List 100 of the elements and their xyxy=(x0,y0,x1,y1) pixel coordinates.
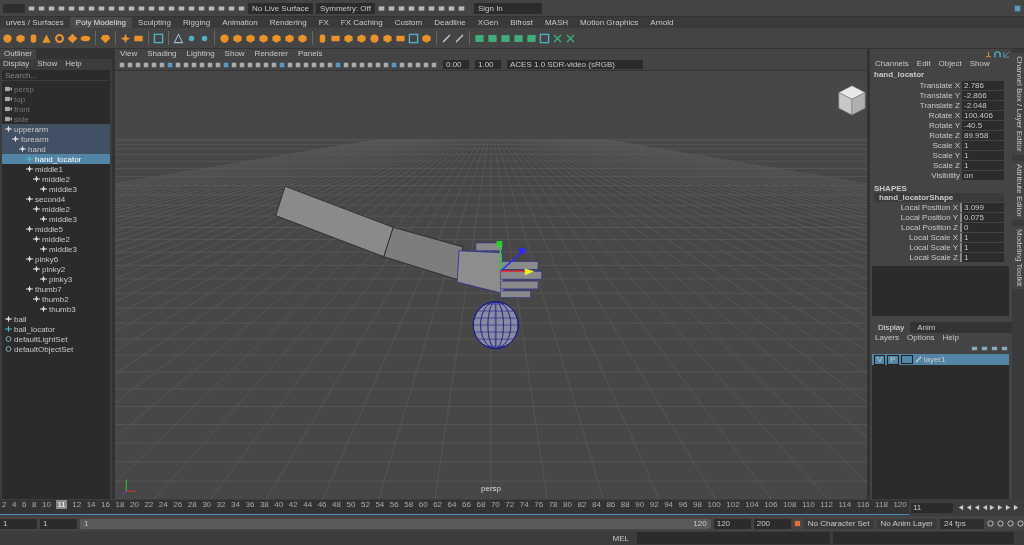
channel-name[interactable]: Rotate Z xyxy=(872,130,960,140)
shelf-tab[interactable]: Rigging xyxy=(177,17,217,28)
channel-value-field[interactable]: -2.866 xyxy=(962,90,1004,100)
menu-item[interactable]: Layers xyxy=(875,333,899,343)
channel-value-field[interactable]: 89.958 xyxy=(962,130,1004,140)
shelf-tab[interactable]: Sculpting xyxy=(132,17,177,28)
axes-icon[interactable] xyxy=(985,50,992,58)
outliner-item[interactable]: thumb2 xyxy=(2,294,110,304)
shelf-tab[interactable]: Arnold xyxy=(644,17,680,28)
arm-model-drawing[interactable] xyxy=(275,185,543,298)
command-field[interactable] xyxy=(637,532,830,544)
shelf-tab[interactable]: Deadline xyxy=(428,17,472,28)
view-cube-icon[interactable] xyxy=(838,85,866,116)
shelf-tab[interactable]: Poly Modeling xyxy=(69,17,133,28)
menu-item[interactable]: Display xyxy=(3,59,30,69)
cone-icon[interactable] xyxy=(41,32,52,44)
torus-icon[interactable] xyxy=(54,32,65,44)
magnet-icon[interactable] xyxy=(994,50,1001,58)
outliner-item[interactable]: hand_locator xyxy=(2,154,110,164)
side-tab[interactable]: Modeling Toolkit xyxy=(1012,225,1024,289)
anim-layer-dropdown[interactable]: No Anim Layer xyxy=(876,518,937,529)
sphere-icon[interactable] xyxy=(2,32,13,44)
shelf-tab[interactable]: Custom xyxy=(388,17,429,28)
shelf-tab[interactable]: MASH xyxy=(538,17,575,28)
shelf-tab[interactable]: XGen xyxy=(471,17,505,28)
channel-value-field[interactable]: 3.099 xyxy=(960,202,1004,212)
current-frame-field[interactable]: 11 xyxy=(911,502,953,513)
cross-icon[interactable] xyxy=(552,32,563,44)
channel-name[interactable]: Local Scale Z xyxy=(872,252,958,262)
outliner-item[interactable]: pinky2 xyxy=(2,264,110,274)
time-slider[interactable]: 2 4 6 8 10 11 12 14 16 18 20 22 24 26 28 30 32 34 36 38 40 42 44 46 48 50 52 54 56 58 60 62 64 66 68 70 72 74 76 78 80 82 84 86 88 90 92 94 96 98 100 102 104 106 108 110 112 114 116 118 120 xyxy=(0,500,909,515)
shelf-tab[interactable]: Bifrost xyxy=(504,17,539,28)
shelf-tab[interactable]: FX xyxy=(312,17,335,28)
channel-name[interactable]: Scale Z xyxy=(872,160,960,170)
menu-item[interactable]: Renderer xyxy=(254,49,288,59)
outliner-item[interactable]: ball_locator xyxy=(2,324,110,334)
shelf-tab[interactable]: Rendering xyxy=(263,17,313,28)
menu-item[interactable]: Help xyxy=(942,333,960,343)
live-surface-field[interactable]: No Live Surface xyxy=(248,2,313,14)
exposure-field[interactable]: 0.00 xyxy=(443,60,469,69)
outliner-item[interactable]: thumb3 xyxy=(2,304,110,314)
menu-item[interactable]: Edit xyxy=(916,59,931,69)
outliner-item[interactable]: second4 xyxy=(2,194,110,204)
sphere-icon[interactable] xyxy=(219,32,230,44)
menu-item[interactable]: Panels xyxy=(297,49,323,59)
outliner-item[interactable]: thumb7 xyxy=(2,284,110,294)
layer-editor-tab[interactable]: Anim xyxy=(911,322,942,333)
outliner-tab[interactable]: Outliner xyxy=(0,49,36,59)
channel-name[interactable]: Translate Y xyxy=(872,90,960,100)
channel-name[interactable]: Rotate Y xyxy=(872,120,960,130)
color-swatch[interactable] xyxy=(900,355,913,364)
end-frame-field[interactable]: 200 xyxy=(753,518,791,529)
range-end-field[interactable]: 120 xyxy=(713,518,751,529)
channel-value-field[interactable]: 1 xyxy=(962,140,1004,150)
channel-name[interactable]: Local Position Y xyxy=(872,212,958,222)
outliner-item[interactable]: pinky6 xyxy=(2,254,110,264)
pen-icon[interactable] xyxy=(454,32,465,44)
search-field[interactable]: Search... xyxy=(2,70,110,80)
result-field[interactable] xyxy=(833,532,1014,544)
gamma-field[interactable]: 1.00 xyxy=(475,60,501,69)
side-tab[interactable]: Attribute Editor xyxy=(1012,160,1024,220)
channel-name[interactable]: Rotate X xyxy=(872,110,960,120)
channel-value-field[interactable]: 1 xyxy=(960,232,1004,242)
menu-item[interactable]: Help xyxy=(65,59,82,69)
side-tab[interactable]: Channel Box / Layer Editor xyxy=(1012,53,1024,155)
edit-icon[interactable] xyxy=(1003,50,1010,58)
channel-name[interactable]: Local Scale Y xyxy=(872,242,958,252)
outliner-item[interactable]: middle2 xyxy=(2,174,110,184)
menu-item[interactable]: Shading xyxy=(147,49,177,59)
channel-name[interactable]: Translate Z xyxy=(872,100,960,110)
menu-item[interactable]: Show xyxy=(224,49,245,59)
manipulator-icon[interactable] xyxy=(496,241,535,276)
gem-icon[interactable] xyxy=(100,32,111,44)
shelf-tab[interactable]: Animation xyxy=(216,17,264,28)
channel-value-field[interactable]: -2.048 xyxy=(962,100,1004,110)
outliner-item[interactable]: defaultLightSet xyxy=(2,334,110,344)
range-start-field[interactable]: 1 xyxy=(40,518,77,529)
cylinder-icon[interactable] xyxy=(28,32,39,44)
outliner-item[interactable]: ball xyxy=(2,314,110,324)
outliner-item[interactable]: middle3 xyxy=(2,184,110,194)
character-set-dropdown[interactable]: No Character Set xyxy=(803,518,874,529)
channel-value-field[interactable]: 100.406 xyxy=(962,110,1004,120)
channel-value-field[interactable]: 1 xyxy=(960,242,1004,252)
outliner-item[interactable]: pinky3 xyxy=(2,274,110,284)
channel-name[interactable]: Scale X xyxy=(872,140,960,150)
channel-name[interactable]: Local Scale X xyxy=(872,232,958,242)
sphere-drawing[interactable] xyxy=(472,301,519,349)
symmetry-dropdown[interactable]: Symmetry: Off xyxy=(315,2,375,14)
menu-item[interactable]: Channels xyxy=(875,59,909,69)
pen-icon[interactable] xyxy=(441,32,452,44)
channel-value-field[interactable]: 0.075 xyxy=(960,212,1004,222)
channel-name[interactable]: Translate X xyxy=(872,80,960,90)
menu-item[interactable]: Lighting xyxy=(186,49,215,59)
diamond-icon[interactable] xyxy=(67,32,78,44)
channel-value-field[interactable]: 1 xyxy=(962,150,1004,160)
channel-value-field[interactable]: 1 xyxy=(960,252,1004,262)
start-frame-field[interactable]: 1 xyxy=(0,518,37,529)
sign-in-button[interactable]: Sign In xyxy=(473,2,542,14)
channel-value-field[interactable]: 1 xyxy=(962,160,1004,170)
menu-item[interactable]: Object xyxy=(938,59,962,69)
